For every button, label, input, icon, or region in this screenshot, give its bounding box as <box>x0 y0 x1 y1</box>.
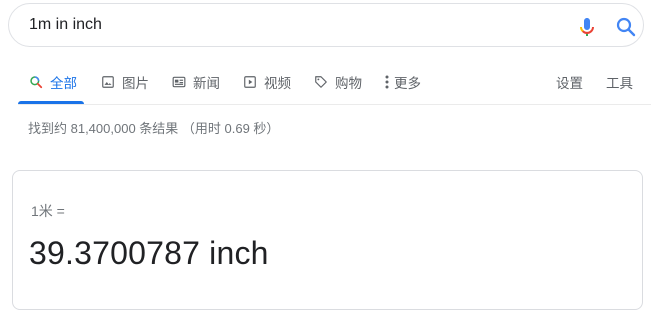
tab-all[interactable]: 全部 <box>28 62 77 102</box>
tab-label: 全部 <box>50 76 77 91</box>
result-stats: 找到约 81,400,000 条结果 （用时 0.69 秒） <box>28 121 280 136</box>
tab-label: 图片 <box>122 76 149 91</box>
tab-news[interactable]: 新闻 <box>171 62 220 102</box>
news-icon <box>171 74 187 90</box>
unit-converter-card: 1米 = 39.3700787 inch <box>12 170 643 310</box>
tab-shopping[interactable]: 购物 <box>313 62 362 102</box>
video-icon <box>242 74 258 90</box>
tab-videos[interactable]: 视频 <box>242 62 291 102</box>
search-icon[interactable] <box>614 15 638 39</box>
tab-label: 更多 <box>394 76 421 91</box>
settings-link[interactable]: 设置 <box>556 62 583 102</box>
search-tabs: 全部 图片 新闻 视频 购物 更多 设置 工具 <box>0 62 651 104</box>
settings-label: 设置 <box>556 76 583 91</box>
tab-label: 新闻 <box>193 76 220 91</box>
microphone-icon[interactable] <box>575 15 599 39</box>
tab-label: 购物 <box>335 76 362 91</box>
tab-images[interactable]: 图片 <box>100 62 149 102</box>
search-input[interactable] <box>29 16 549 34</box>
tab-more[interactable]: 更多 <box>384 62 421 102</box>
tag-icon <box>313 74 329 90</box>
search-icon <box>28 74 44 90</box>
tools-label: 工具 <box>606 76 633 91</box>
tab-label: 视频 <box>264 76 291 91</box>
search-box[interactable] <box>8 3 644 47</box>
divider <box>18 104 651 105</box>
image-icon <box>100 74 116 90</box>
tools-link[interactable]: 工具 <box>606 62 633 102</box>
more-vert-icon <box>384 74 390 90</box>
unit-result-value: 39.3700787 inch <box>29 235 269 271</box>
unit-from-label: 1米 = <box>31 203 65 219</box>
